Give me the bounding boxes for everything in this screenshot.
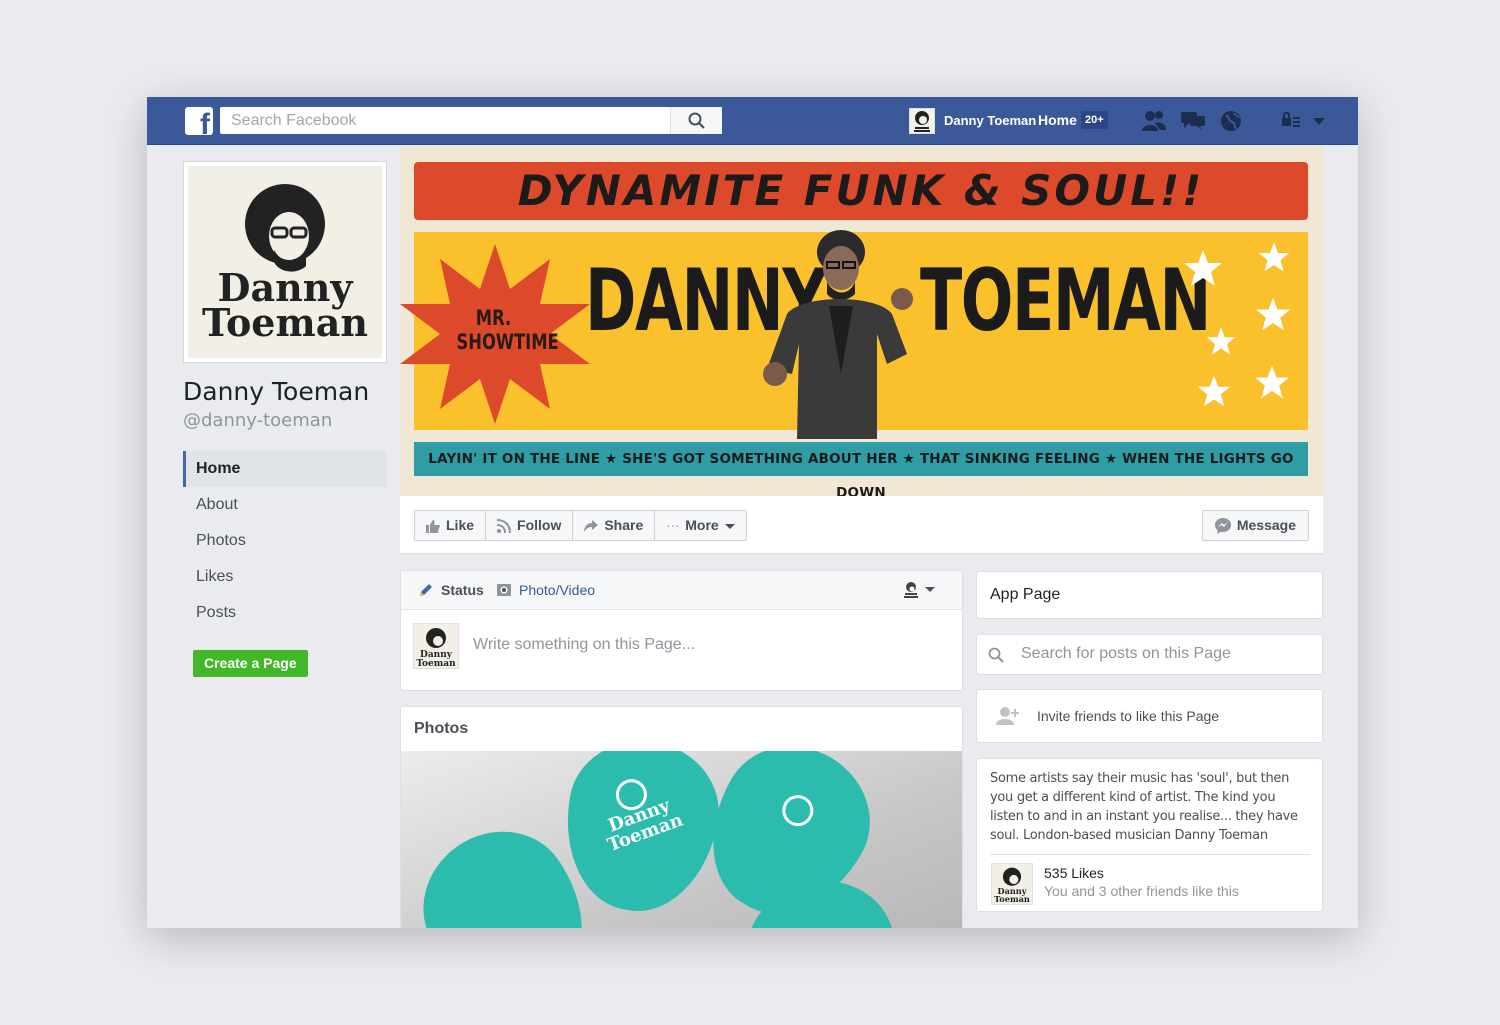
pick-logo-print: DannyToeman (605, 779, 814, 856)
tab-status[interactable]: Status (418, 582, 484, 598)
home-link[interactable]: Home (1038, 112, 1077, 128)
search-icon (988, 647, 1004, 663)
add-friend-icon (996, 707, 1019, 725)
mini-logo-line2: Toeman (416, 659, 456, 668)
starburst-line1: MR. (475, 306, 512, 330)
create-page-button[interactable]: Create a Page (193, 650, 308, 677)
tab-photo-video[interactable]: Photo/Video (496, 582, 595, 598)
friends-like-text: You and 3 other friends like this (1044, 883, 1239, 899)
share-label: Share (604, 517, 644, 533)
rss-follow-icon (497, 518, 512, 533)
search-input[interactable] (220, 107, 670, 134)
messenger-icon (1214, 517, 1231, 534)
star-icon (1197, 375, 1231, 407)
status-tab-label: Status (441, 582, 484, 598)
posting-as-selector[interactable] (903, 581, 937, 604)
danny-face-icon: DannyToeman (994, 867, 1030, 904)
chevron-down-icon (724, 523, 735, 529)
star-icon (1254, 365, 1290, 399)
page-navigation: Home About Photos Likes Posts (183, 451, 387, 631)
composer-avatar: Danny Toeman (413, 623, 459, 669)
cover-photo[interactable]: DYNAMITE FUNK & SOUL!! MR. SHOWTIME DANNY… (400, 146, 1323, 496)
user-avatar[interactable] (909, 108, 935, 134)
danny-face-icon: DannyToeman (416, 628, 456, 669)
thumbs-up-icon (426, 519, 440, 533)
share-arrow-icon (584, 519, 599, 532)
page-handle[interactable]: @danny-toeman (183, 410, 332, 431)
page-action-bar: Like Follow Share ··· More Message (400, 496, 1323, 554)
profile-picture[interactable]: Danny Toeman (183, 161, 387, 363)
cover-name-last: TOEMAN (920, 251, 1211, 351)
composer-input[interactable] (473, 636, 933, 654)
cover-tagline: LAYIN' IT ON THE LINE ★ SHE'S GOT SOMETH… (428, 451, 1294, 496)
invite-friends-text: Invite friends to like this Page (1037, 708, 1220, 724)
facebook-logo-icon[interactable]: f (185, 107, 213, 135)
star-icon (1206, 327, 1236, 355)
top-navigation-bar: f Danny Toeman Home 20+ (147, 97, 1358, 145)
post-composer: Status Photo/Video Danny Toeman (400, 570, 963, 691)
camera-icon (497, 584, 511, 596)
star-icon (1184, 250, 1222, 286)
likes-count[interactable]: 535 Likes (1044, 865, 1104, 881)
cover-headline-banner: DYNAMITE FUNK & SOUL!! (414, 162, 1308, 220)
page-post-search-input[interactable] (1021, 645, 1311, 663)
share-button[interactable]: Share (573, 511, 656, 540)
privacy-shortcuts-icon[interactable] (1280, 109, 1306, 133)
search-button[interactable] (670, 107, 722, 134)
about-card: Some artists say their music has 'soul',… (976, 758, 1323, 912)
invite-friends-card[interactable]: Invite friends to like this Page (976, 689, 1323, 743)
danny-toeman-logo: Danny Toeman (202, 184, 368, 345)
app-page-label: App Page (990, 586, 1061, 603)
performer-silhouette (763, 230, 913, 439)
nav-item-likes[interactable]: Likes (183, 559, 387, 595)
danny-face-icon (914, 111, 930, 132)
app-page-card[interactable]: App Page (976, 571, 1323, 619)
notifications-globe-icon[interactable] (1218, 109, 1244, 133)
star-icon (1255, 297, 1291, 331)
like-button[interactable]: Like (415, 511, 487, 540)
follow-label: Follow (517, 517, 562, 533)
messages-icon[interactable] (1180, 109, 1206, 133)
nav-item-about[interactable]: About (183, 487, 387, 523)
friend-requests-icon[interactable] (1141, 109, 1167, 133)
like-label: Like (446, 517, 475, 533)
photos-title[interactable]: Photos (401, 707, 962, 751)
action-button-group: Like Follow Share ··· More (414, 510, 747, 541)
user-name-link[interactable]: Danny Toeman (944, 113, 1036, 128)
notification-count-badge: 20+ (1081, 111, 1108, 129)
page-name[interactable]: Danny Toeman (183, 377, 369, 406)
search-icon (688, 112, 705, 129)
composer-body: Danny Toeman (401, 610, 962, 690)
more-button[interactable]: ··· More (655, 511, 745, 540)
nav-item-home[interactable]: Home (183, 451, 387, 487)
star-icon (1258, 242, 1290, 272)
browser-window: f Danny Toeman Home 20+ (147, 97, 1358, 928)
ellipsis-icon: ··· (666, 518, 680, 533)
follow-button[interactable]: Follow (486, 511, 574, 540)
account-menu-chevron-down-icon[interactable] (1311, 109, 1337, 133)
page-post-search (976, 634, 1323, 675)
logo-text-line2: Toeman (202, 300, 368, 345)
composer-tabs: Status Photo/Video (401, 571, 962, 610)
about-description: Some artists say their music has 'soul',… (990, 771, 1298, 843)
cover-headline: DYNAMITE FUNK & SOUL!! (517, 166, 1205, 215)
nav-item-photos[interactable]: Photos (183, 523, 387, 559)
likes-avatar: Danny Toeman (991, 863, 1033, 905)
starburst-line2: SHOWTIME (456, 330, 559, 354)
photos-card: Photos Danny Toeman (400, 706, 963, 928)
nav-item-posts[interactable]: Posts (183, 595, 387, 631)
likes-logo-line2: Toeman (994, 894, 1030, 904)
photo-video-tab-label: Photo/Video (519, 582, 596, 598)
pencil-icon (420, 584, 432, 596)
starburst-text: MR. SHOWTIME (456, 306, 559, 354)
message-label: Message (1236, 517, 1296, 533)
more-label: More (685, 517, 719, 533)
message-button[interactable]: Message (1201, 510, 1309, 541)
search-box (220, 107, 722, 134)
cover-tagline-banner: LAYIN' IT ON THE LINE ★ SHE'S GOT SOMETH… (414, 442, 1308, 496)
photo-guitar-picks[interactable]: Danny Toeman (401, 751, 962, 928)
divider (990, 854, 1310, 855)
page-avatar-chevron-down-icon (904, 582, 935, 598)
